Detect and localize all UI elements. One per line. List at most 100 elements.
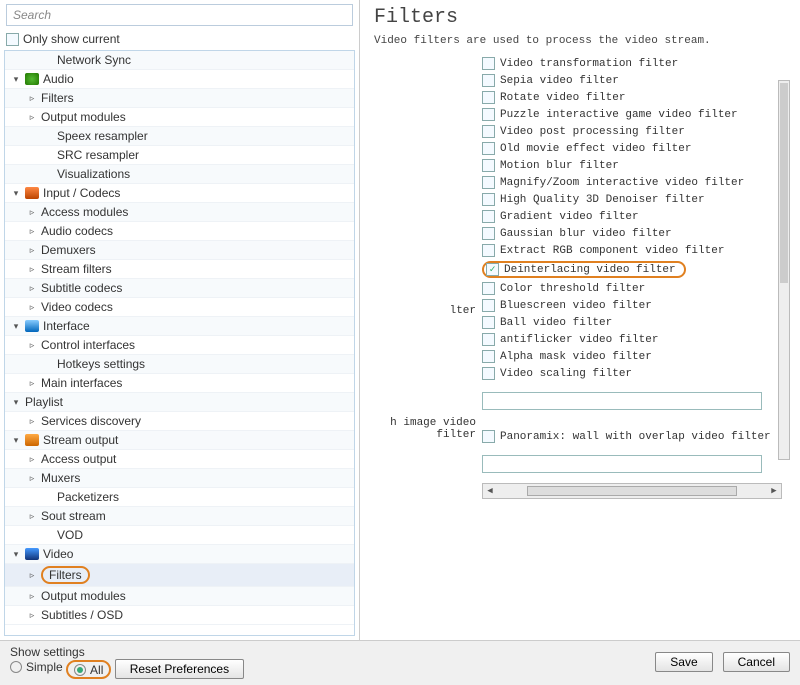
filter-row: Color threshold filter	[482, 280, 790, 297]
expand-icon[interactable]: ▹	[27, 302, 37, 313]
filter-checkbox[interactable]	[482, 159, 495, 172]
expand-icon[interactable]: ▹	[27, 610, 37, 621]
tree-item-subtitle_codecs[interactable]: ▹Subtitle codecs	[5, 279, 354, 298]
tree-item-subtitles_osd[interactable]: ▹Subtitles / OSD	[5, 606, 354, 625]
tree-item-muxers[interactable]: ▹Muxers	[5, 469, 354, 488]
filter-checkbox[interactable]	[482, 316, 495, 329]
collapse-icon[interactable]: ▾	[11, 549, 21, 560]
truncated-label-2: h image video filter	[374, 417, 476, 441]
tree-item-audio_output[interactable]: ▹Output modules	[5, 108, 354, 127]
radio-simple[interactable]: Simple	[10, 660, 63, 674]
expand-icon[interactable]: ▹	[27, 283, 37, 294]
tree-item-packetizers[interactable]: Packetizers	[5, 488, 354, 507]
horizontal-scrollbar[interactable]: ◀▶	[482, 483, 782, 499]
tree-item-hotkeys[interactable]: Hotkeys settings	[5, 355, 354, 374]
tree-item-stream_filters[interactable]: ▹Stream filters	[5, 260, 354, 279]
expand-icon[interactable]: ▹	[27, 226, 37, 237]
vertical-scrollbar[interactable]	[778, 80, 790, 460]
tree-item-video_output[interactable]: ▹Output modules	[5, 587, 354, 606]
panoramix-checkbox[interactable]	[482, 430, 495, 443]
scroll-left-icon[interactable]: ◀	[483, 486, 497, 496]
filter-checkbox[interactable]	[482, 176, 495, 189]
filter-text-input-2[interactable]	[482, 455, 762, 473]
filter-label: Old movie effect video filter	[500, 143, 691, 155]
only-show-checkbox[interactable]	[6, 33, 19, 46]
collapse-icon[interactable]: ▾	[11, 321, 21, 332]
filter-checkbox[interactable]	[486, 263, 499, 276]
filter-checkbox[interactable]	[482, 350, 495, 363]
settings-tree[interactable]: Network Sync▾Audio▹Filters▹Output module…	[4, 50, 355, 636]
expand-icon[interactable]: ▹	[27, 570, 37, 581]
icon-stream	[25, 434, 39, 446]
tree-item-vod[interactable]: VOD	[5, 526, 354, 545]
filter-checkbox[interactable]	[482, 57, 495, 70]
tree-item-serv_disc[interactable]: ▹Services discovery	[5, 412, 354, 431]
tree-item-video[interactable]: ▾Video	[5, 545, 354, 564]
tree-item-ctrl_if[interactable]: ▹Control interfaces	[5, 336, 354, 355]
filter-checkbox[interactable]	[482, 74, 495, 87]
tree-item-demuxers[interactable]: ▹ Demuxers	[5, 241, 354, 260]
tree-item-audio_filters[interactable]: ▹Filters	[5, 89, 354, 108]
tree-item-vis[interactable]: Visualizations	[5, 165, 354, 184]
tree-item-network_sync[interactable]: Network Sync	[5, 51, 354, 70]
expand-icon[interactable]: ▹	[27, 511, 37, 522]
filter-label: Deinterlacing video filter	[504, 264, 676, 276]
filter-checkbox[interactable]	[482, 91, 495, 104]
tree-item-audio_codecs[interactable]: ▹ Audio codecs	[5, 222, 354, 241]
tree-item-audio[interactable]: ▾Audio	[5, 70, 354, 89]
expand-icon[interactable]: ▹	[27, 245, 37, 256]
tree-item-sout[interactable]: ▹Sout stream	[5, 507, 354, 526]
filter-checkbox[interactable]	[482, 108, 495, 121]
tree-item-interface[interactable]: ▾Interface	[5, 317, 354, 336]
filter-checkbox[interactable]	[482, 125, 495, 138]
filter-checkbox[interactable]	[482, 227, 495, 240]
tree-label: Audio codecs	[41, 224, 113, 238]
filter-label: Bluescreen video filter	[500, 300, 652, 312]
reset-preferences-button[interactable]: Reset Preferences	[115, 659, 244, 679]
filter-row: Sepia video filter	[482, 72, 790, 89]
filter-checkbox[interactable]	[482, 142, 495, 155]
filter-text-input-1[interactable]	[482, 392, 762, 410]
save-button[interactable]: Save	[655, 652, 712, 672]
tree-item-stream_out[interactable]: ▾Stream output	[5, 431, 354, 450]
scroll-right-icon[interactable]: ▶	[767, 486, 781, 496]
collapse-icon[interactable]: ▾	[11, 74, 21, 85]
filter-checkbox[interactable]	[482, 210, 495, 223]
expand-icon[interactable]: ▹	[27, 378, 37, 389]
expand-icon[interactable]: ▹	[27, 112, 37, 123]
expand-icon[interactable]: ▹	[27, 93, 37, 104]
collapse-icon[interactable]: ▾	[11, 188, 21, 199]
expand-icon[interactable]: ▹	[27, 264, 37, 275]
cancel-button[interactable]: Cancel	[723, 652, 790, 672]
filter-label: Video transformation filter	[500, 58, 678, 70]
filter-checkbox[interactable]	[482, 333, 495, 346]
filter-checkbox[interactable]	[482, 193, 495, 206]
tree-item-speex[interactable]: Speex resampler	[5, 127, 354, 146]
tree-item-playlist[interactable]: ▾Playlist	[5, 393, 354, 412]
filter-checkbox[interactable]	[482, 367, 495, 380]
tree-item-access_out[interactable]: ▹Access output	[5, 450, 354, 469]
expand-icon[interactable]: ▹	[27, 340, 37, 351]
expand-icon[interactable]: ▹	[27, 473, 37, 484]
expand-icon[interactable]: ▹	[27, 454, 37, 465]
tree-item-video_codecs[interactable]: ▹Video codecs	[5, 298, 354, 317]
filter-checkbox[interactable]	[482, 282, 495, 295]
expand-icon[interactable]: ▹	[27, 416, 37, 427]
tree-item-access_mod[interactable]: ▹Access modules	[5, 203, 354, 222]
tree-label: Network Sync	[57, 53, 131, 67]
tree-label: Demuxers	[41, 243, 96, 257]
filter-checkbox[interactable]	[482, 299, 495, 312]
tree-item-main_if[interactable]: ▹Main interfaces	[5, 374, 354, 393]
collapse-icon[interactable]: ▾	[11, 435, 21, 446]
tree-item-video_filters[interactable]: ▹Filters	[5, 564, 354, 587]
expand-icon[interactable]: ▹	[27, 207, 37, 218]
filters-description: Video filters are used to process the vi…	[374, 35, 790, 47]
filter-row: Video scaling filter	[482, 365, 790, 382]
search-input[interactable]: Search	[6, 4, 353, 26]
collapse-icon[interactable]: ▾	[11, 397, 21, 408]
tree-item-codecs[interactable]: ▾Input / Codecs	[5, 184, 354, 203]
expand-icon[interactable]: ▹	[27, 591, 37, 602]
filter-checkbox[interactable]	[482, 244, 495, 257]
tree-item-src[interactable]: SRC resampler	[5, 146, 354, 165]
radio-all[interactable]: All	[74, 663, 103, 677]
